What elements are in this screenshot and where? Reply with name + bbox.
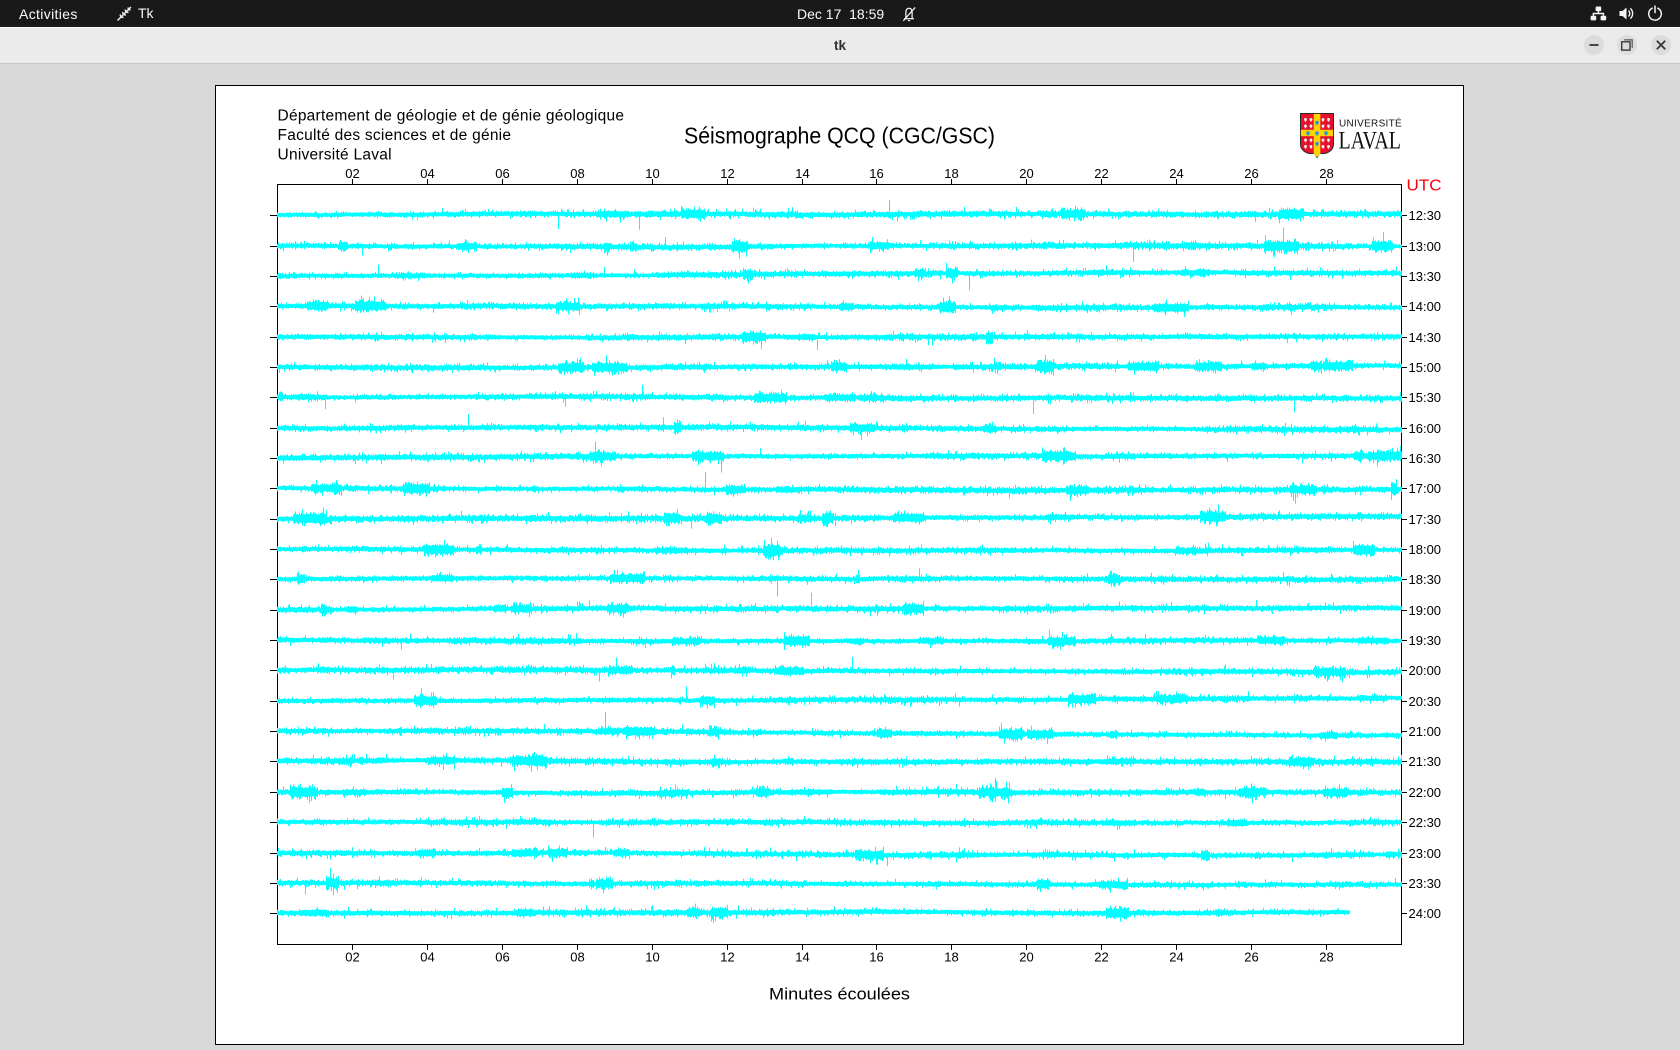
svg-text:14: 14	[795, 166, 809, 181]
svg-text:20:30: 20:30	[1409, 694, 1442, 709]
svg-text:21:00: 21:00	[1409, 724, 1442, 739]
svg-text:06: 06	[495, 950, 509, 965]
svg-text:12:30: 12:30	[1409, 208, 1442, 223]
svg-text:10: 10	[645, 166, 659, 181]
svg-text:Séismographe QCQ (CGC/GSC): Séismographe QCQ (CGC/GSC)	[684, 122, 995, 148]
svg-text:22:30: 22:30	[1409, 815, 1442, 830]
svg-text:23:30: 23:30	[1409, 876, 1442, 891]
svg-text:16: 16	[869, 166, 883, 181]
svg-text:04: 04	[420, 950, 434, 965]
svg-text:17:00: 17:00	[1409, 481, 1442, 496]
svg-text:22: 22	[1094, 950, 1108, 965]
svg-text:18:00: 18:00	[1409, 542, 1442, 557]
svg-text:Département de géologie et de: Département de géologie et de génie géol…	[278, 108, 625, 125]
svg-text:15:30: 15:30	[1409, 390, 1442, 405]
svg-text:04: 04	[420, 166, 434, 181]
svg-text:17:30: 17:30	[1409, 512, 1442, 527]
svg-text:24: 24	[1169, 166, 1183, 181]
svg-text:15:00: 15:00	[1409, 360, 1442, 375]
svg-text:08: 08	[570, 950, 584, 965]
svg-text:16:30: 16:30	[1409, 451, 1442, 466]
svg-text:21:30: 21:30	[1409, 754, 1442, 769]
svg-text:24: 24	[1169, 950, 1183, 965]
svg-text:13:30: 13:30	[1409, 269, 1442, 284]
svg-text:20: 20	[1019, 166, 1033, 181]
svg-text:LAVAL: LAVAL	[1339, 128, 1402, 155]
svg-text:13:00: 13:00	[1409, 239, 1442, 254]
svg-text:22: 22	[1094, 166, 1108, 181]
svg-text:22:00: 22:00	[1409, 785, 1442, 800]
svg-text:Faculté des sciences et de gén: Faculté des sciences et de génie	[278, 127, 512, 144]
svg-text:Université Laval: Université Laval	[278, 147, 392, 164]
svg-text:20:00: 20:00	[1409, 663, 1442, 678]
svg-text:26: 26	[1244, 166, 1258, 181]
svg-text:14: 14	[795, 950, 809, 965]
svg-text:02: 02	[345, 950, 359, 965]
svg-text:08: 08	[570, 166, 584, 181]
svg-text:14:30: 14:30	[1409, 330, 1442, 345]
svg-text:18:30: 18:30	[1409, 572, 1442, 587]
svg-text:16: 16	[869, 950, 883, 965]
svg-text:28: 28	[1319, 950, 1333, 965]
svg-text:19:00: 19:00	[1409, 603, 1442, 618]
svg-text:24:00: 24:00	[1409, 906, 1442, 921]
svg-text:10: 10	[645, 950, 659, 965]
svg-text:28: 28	[1319, 166, 1333, 181]
svg-text:16:00: 16:00	[1409, 421, 1442, 436]
svg-text:06: 06	[495, 166, 509, 181]
svg-text:18: 18	[944, 950, 958, 965]
svg-text:19:30: 19:30	[1409, 633, 1442, 648]
svg-text:12: 12	[720, 166, 734, 181]
svg-text:14:00: 14:00	[1409, 299, 1442, 314]
svg-text:12: 12	[720, 950, 734, 965]
svg-text:20: 20	[1019, 950, 1033, 965]
svg-text:18: 18	[944, 166, 958, 181]
svg-text:02: 02	[345, 166, 359, 181]
svg-text:UTC: UTC	[1407, 178, 1442, 195]
svg-text:23:00: 23:00	[1409, 846, 1442, 861]
svg-text:Minutes écoulées: Minutes écoulées	[769, 986, 910, 1004]
svg-text:26: 26	[1244, 950, 1258, 965]
